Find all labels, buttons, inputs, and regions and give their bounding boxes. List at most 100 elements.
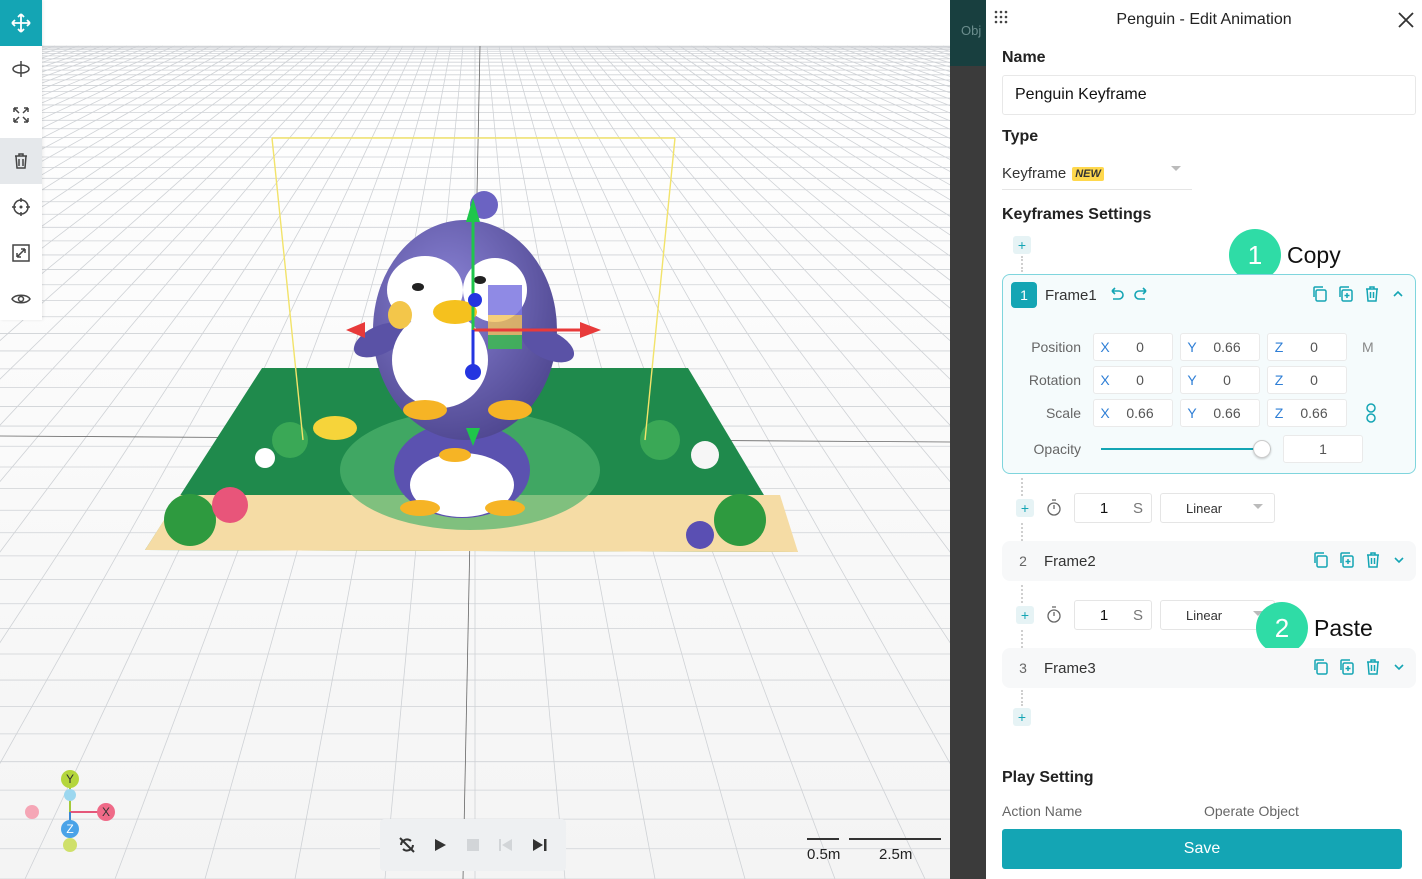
duration-input-2[interactable]: 1S (1074, 600, 1152, 630)
action-name-label: Action Name (1002, 803, 1083, 819)
chevron-down-icon[interactable] (1390, 658, 1408, 676)
move-tool-button[interactable] (0, 0, 42, 46)
delete-tool-button[interactable] (0, 138, 42, 184)
position-label: Position (1031, 339, 1081, 355)
position-unit: M (1362, 339, 1374, 355)
type-select[interactable]: Keyframe NEW (1002, 158, 1192, 190)
loop-off-icon (398, 837, 415, 853)
stop-button[interactable] (461, 833, 485, 857)
save-button[interactable]: Save (1002, 829, 1402, 869)
left-toolbar (0, 0, 42, 320)
stop-icon (466, 839, 479, 851)
operate-object-label: Operate Object (1204, 803, 1299, 819)
eye-icon (11, 294, 31, 304)
frame-3-header[interactable]: 3 Frame3 (1002, 648, 1416, 688)
scale-icon (13, 107, 29, 123)
duration-input-1[interactable]: 1S (1074, 493, 1152, 523)
close-icon[interactable] (1396, 10, 1416, 30)
axis-z-label: Z (66, 822, 73, 836)
play-button[interactable] (428, 833, 452, 857)
edit-animation-panel: Penguin - Edit Animation Name Type Keyfr… (986, 0, 1422, 879)
timer-icon (1047, 499, 1061, 516)
type-value: Keyframe (1002, 165, 1067, 182)
scene-canvas[interactable] (0, 0, 950, 879)
rotation-x-input[interactable]: X0 (1093, 366, 1173, 394)
target-icon (12, 198, 30, 216)
paste-icon[interactable] (1337, 285, 1355, 303)
add-frame-button-bottom[interactable]: + (1013, 708, 1031, 726)
play-icon (434, 839, 446, 851)
rotation-z-input[interactable]: Z0 (1267, 366, 1347, 394)
name-label: Name (1002, 49, 1046, 66)
easing-select-1[interactable]: Linear (1160, 493, 1275, 523)
add-frame-button-1[interactable]: + (1016, 499, 1034, 517)
frame-1-header[interactable]: 1 Frame1 (1003, 275, 1415, 315)
step-back-icon (499, 839, 513, 851)
add-frame-button-top[interactable]: + (1013, 236, 1031, 254)
new-badge: NEW (1072, 166, 1104, 181)
add-frame-button-2[interactable]: + (1016, 606, 1034, 624)
callout-2-number: 2 (1256, 602, 1308, 654)
chevron-down-icon (1171, 166, 1181, 171)
trash-icon[interactable] (1364, 658, 1382, 676)
link-scale-icon[interactable] (1364, 403, 1378, 423)
scale-ruler-large: 2.5m (849, 838, 941, 863)
panel-header: Penguin - Edit Animation (986, 0, 1422, 40)
step-back-button[interactable] (494, 833, 518, 857)
loop-off-button[interactable] (395, 833, 419, 857)
rotate-tool-button[interactable] (0, 46, 42, 92)
paste-icon[interactable] (1338, 551, 1356, 569)
position-row: Position X0 Y 0.66 Z0 M (1003, 333, 1374, 361)
callout-2-text: Paste (1314, 614, 1373, 641)
position-x-input[interactable]: X0 (1093, 333, 1173, 361)
copy-icon[interactable] (1312, 658, 1330, 676)
playback-bar (380, 819, 566, 871)
scale-x-input[interactable]: X 0.66 (1093, 399, 1173, 427)
chevron-up-icon[interactable] (1389, 285, 1407, 303)
position-y-input[interactable]: Y 0.66 (1180, 333, 1260, 361)
scale-z-input[interactable]: Z 0.66 (1267, 399, 1347, 427)
frame-card-2[interactable]: 2 Frame2 (1002, 541, 1416, 581)
focus-tool-button[interactable] (0, 184, 42, 230)
connector-dots (1021, 256, 1023, 272)
axis-orientation-gizmo[interactable]: Y X Z (20, 765, 130, 865)
opacity-input[interactable]: 1 (1283, 435, 1363, 463)
frame-3-number: 3 (1019, 660, 1027, 676)
scale-tool-button[interactable] (0, 92, 42, 138)
frame-3-name: Frame3 (1044, 659, 1096, 677)
fit-view-tool-button[interactable] (0, 230, 42, 276)
scale-row: Scale X 0.66 Y 0.66 Z 0.66 (1003, 399, 1378, 427)
scale-y-input[interactable]: Y 0.66 (1180, 399, 1260, 427)
3d-viewport[interactable]: Y X Z 0.5m 2.5m (0, 0, 950, 879)
frame-2-header[interactable]: 2 Frame2 (1002, 541, 1416, 581)
chevron-down-icon[interactable] (1390, 551, 1408, 569)
paste-icon[interactable] (1338, 658, 1356, 676)
name-input[interactable] (1002, 75, 1416, 115)
trash-icon[interactable] (1364, 551, 1382, 569)
chevron-down-icon (1253, 504, 1263, 509)
copy-icon[interactable] (1311, 285, 1329, 303)
frame-1-number: 1 (1011, 282, 1037, 308)
opacity-slider[interactable] (1101, 439, 1271, 459)
trash-icon (15, 153, 27, 169)
opacity-label: Opacity (1033, 441, 1081, 457)
frame-card-3[interactable]: 3 Frame3 (1002, 648, 1416, 688)
callout-1-text: Copy (1287, 241, 1341, 268)
opacity-slider-thumb[interactable] (1253, 440, 1271, 458)
scale-ruler-small: 0.5m (807, 838, 841, 863)
rotation-y-input[interactable]: Y0 (1180, 366, 1260, 394)
undo-icon[interactable] (1107, 286, 1125, 304)
object-panel-strip: Obj (950, 0, 986, 879)
step-forward-button[interactable] (527, 833, 551, 857)
axis-x-label: X (102, 805, 110, 819)
redo-icon[interactable] (1133, 286, 1151, 304)
position-z-input[interactable]: Z0 (1267, 333, 1347, 361)
timing-row-2: + 1S Linear (1016, 600, 1275, 630)
visibility-tool-button[interactable] (0, 276, 42, 322)
scale-small-label: 0.5m (807, 846, 841, 863)
frame-2-number: 2 (1019, 553, 1027, 569)
fit-icon (12, 244, 30, 262)
timer-icon (1047, 606, 1061, 623)
trash-icon[interactable] (1363, 285, 1381, 303)
copy-icon[interactable] (1312, 551, 1330, 569)
